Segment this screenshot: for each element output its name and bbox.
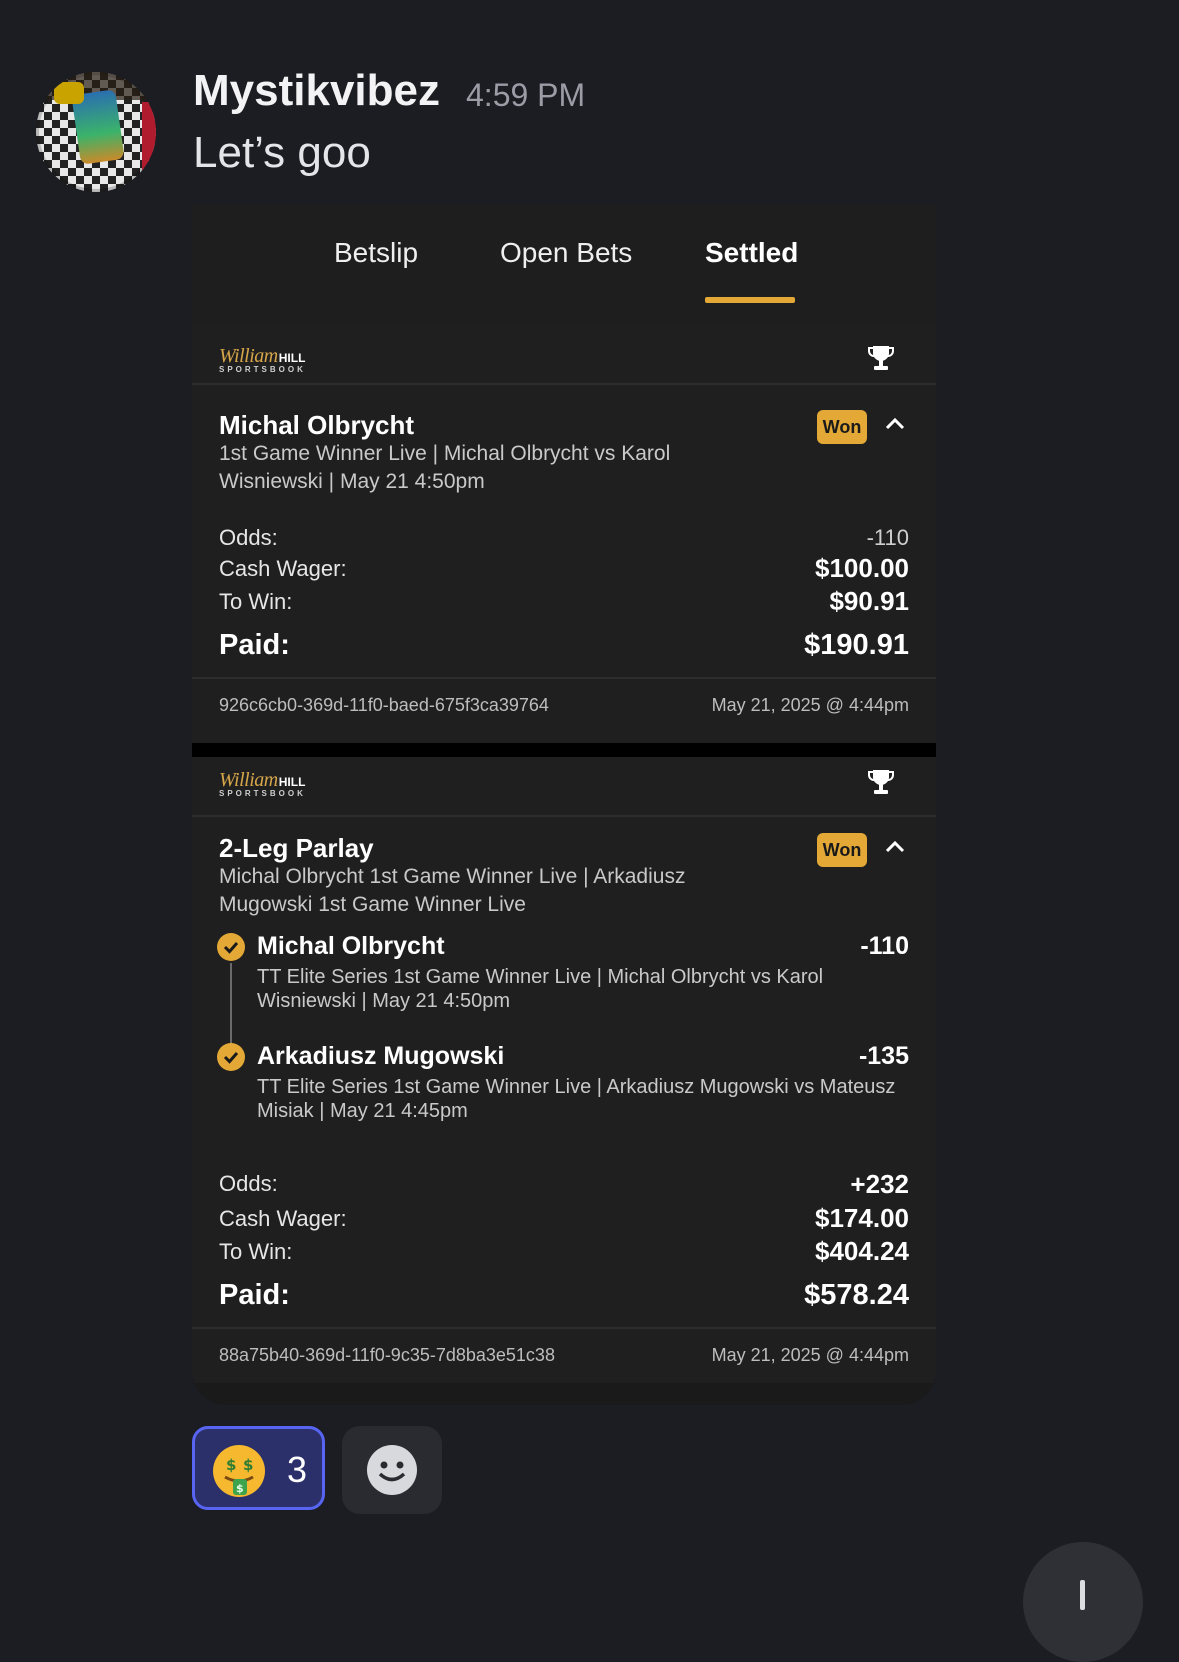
trophy-icon — [868, 346, 894, 370]
bet-card: WilliamHILL SPORTSBOOK 2-Leg Parlay Mich… — [192, 757, 936, 1383]
scroll-down-button[interactable] — [1023, 1542, 1143, 1662]
check-circle-icon — [217, 1043, 245, 1071]
trophy-icon — [868, 770, 894, 794]
message-timestamp: 4:59 PM — [466, 77, 586, 113]
paid-value: $190.91 — [804, 629, 909, 661]
bet-title: Michal Olbrycht — [219, 410, 415, 440]
active-tab-indicator — [705, 297, 795, 303]
bet-date: May 21, 2025 @ 4:44pm — [711, 1345, 909, 1365]
bet-card: WilliamHILL SPORTSBOOK Michal Olbrycht 1… — [192, 325, 936, 743]
tab-open-bets[interactable]: Open Bets — [500, 237, 632, 269]
odds-label: Odds: — [219, 1171, 278, 1196]
check-circle-icon — [217, 933, 245, 961]
odds-value: -110 — [866, 525, 909, 550]
tab-bar: Betslip Open Bets Settled — [192, 205, 936, 325]
bet-footer: 88a75b40-369d-11f0-9c35-7d8ba3e51c38 May… — [192, 1327, 936, 1383]
smiley-icon — [367, 1445, 417, 1495]
bet-description: Michal Olbrycht 1st Game Winner Live | A… — [219, 865, 686, 916]
arrow-down-icon — [1080, 1580, 1085, 1610]
paid-label: Paid: — [219, 629, 290, 661]
reaction-money-mouth[interactable]: $ $ $ 3 — [192, 1426, 325, 1510]
svg-text:$: $ — [226, 1456, 236, 1474]
bet-date: May 21, 2025 @ 4:44pm — [711, 695, 909, 715]
odds-label: Odds: — [219, 525, 278, 550]
svg-text:$: $ — [243, 1456, 253, 1474]
tab-betslip[interactable]: Betslip — [334, 237, 418, 269]
chevron-up-icon[interactable] — [882, 834, 908, 860]
attachment-image[interactable]: Betslip Open Bets Settled WilliamHILL SP… — [192, 205, 936, 1405]
wager-value: $100.00 — [815, 553, 909, 583]
leg-name: Arkadiusz Mugowski — [257, 1042, 505, 1070]
leg-odds: -135 — [858, 1042, 909, 1070]
card-header: WilliamHILL SPORTSBOOK — [192, 325, 936, 385]
status-badge: Won — [817, 833, 867, 867]
svg-text:$: $ — [236, 1482, 244, 1495]
wager-label: Cash Wager: — [219, 1206, 347, 1231]
chevron-up-icon[interactable] — [882, 411, 908, 437]
williamhill-logo: WilliamHILL SPORTSBOOK — [219, 769, 306, 798]
paid-label: Paid: — [219, 1279, 290, 1311]
wager-value: $174.00 — [815, 1203, 909, 1233]
odds-value: +232 — [850, 1169, 909, 1199]
username[interactable]: Mystikvibez — [193, 66, 440, 116]
bet-description: 1st Game Winner Live | Michal Olbrycht v… — [219, 442, 671, 493]
status-badge: Won — [817, 410, 867, 444]
money-mouth-face-icon: $ $ $ — [213, 1445, 265, 1497]
bet-title: 2-Leg Parlay — [219, 833, 374, 863]
bet-id: 88a75b40-369d-11f0-9c35-7d8ba3e51c38 — [219, 1345, 555, 1365]
towin-label: To Win: — [219, 1239, 293, 1264]
towin-label: To Win: — [219, 589, 293, 614]
wager-label: Cash Wager: — [219, 556, 347, 581]
towin-value: $404.24 — [815, 1236, 909, 1266]
leg-odds: -110 — [860, 932, 909, 960]
bet-footer: 926c6cb0-369d-11f0-baed-675f3ca39764 May… — [192, 677, 936, 733]
tab-settled[interactable]: Settled — [705, 237, 798, 269]
bet-id: 926c6cb0-369d-11f0-baed-675f3ca39764 — [219, 695, 549, 715]
towin-value: $90.91 — [829, 586, 909, 616]
add-reaction-button[interactable] — [342, 1426, 442, 1514]
williamhill-logo: WilliamHILL SPORTSBOOK — [219, 345, 306, 374]
leg-description: TT Elite Series 1st Game Winner Live | M… — [257, 966, 824, 1012]
leg-description: TT Elite Series 1st Game Winner Live | A… — [257, 1076, 896, 1122]
card-header: WilliamHILL SPORTSBOOK — [192, 757, 936, 817]
message-text: Let’s goo — [193, 128, 371, 177]
avatar[interactable] — [36, 72, 156, 192]
card-divider — [192, 743, 936, 757]
leg-name: Michal Olbrycht — [257, 932, 445, 960]
paid-value: $578.24 — [804, 1279, 909, 1311]
reaction-count: 3 — [287, 1449, 308, 1490]
